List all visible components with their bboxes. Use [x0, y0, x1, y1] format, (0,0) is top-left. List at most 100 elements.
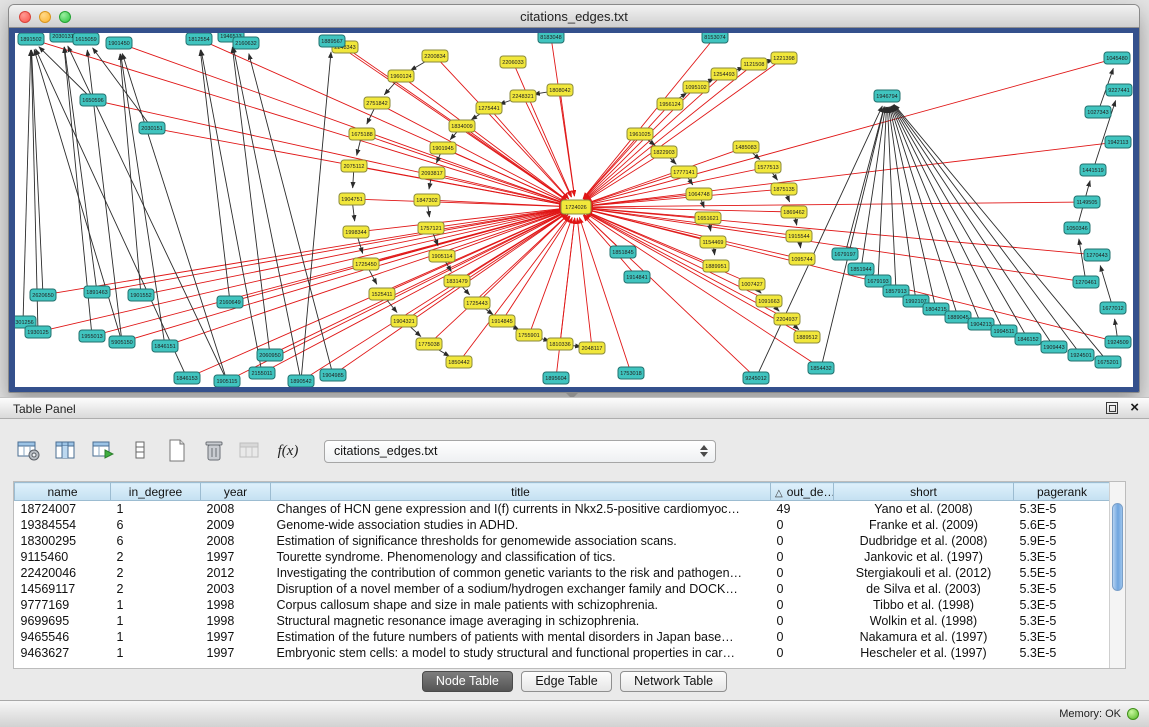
graph-node[interactable]: 1901450 [106, 37, 132, 49]
graph-node[interactable]: 2248321 [510, 90, 536, 102]
graph-node[interactable]: 1904213 [968, 318, 994, 330]
graph-node[interactable]: 2204937 [774, 313, 800, 325]
graph-node[interactable]: 1955013 [79, 330, 105, 342]
graph-node[interactable]: 1914845 [489, 315, 515, 327]
table-scrollbar[interactable] [1109, 482, 1125, 668]
graph-node[interactable]: 1615059 [73, 33, 99, 45]
column-header-year[interactable]: year [201, 483, 271, 501]
scrollbar-thumb[interactable] [1112, 503, 1123, 591]
graph-node[interactable]: 2030151 [139, 122, 165, 134]
graph-node[interactable]: 9227441 [1106, 84, 1132, 96]
graph-node[interactable]: 1679197 [832, 248, 858, 260]
graph-node[interactable]: 1914841 [624, 271, 650, 283]
graph-node[interactable]: 1050346 [1064, 222, 1090, 234]
graph-node[interactable]: 1846151 [152, 340, 178, 352]
tab-node-table[interactable]: Node Table [422, 671, 513, 692]
graph-node[interactable]: 1027343 [1085, 106, 1111, 118]
graph-node[interactable]: 1275441 [476, 102, 502, 114]
graph-node[interactable]: 1064748 [686, 188, 712, 200]
graph-node[interactable]: 1905115 [214, 375, 240, 387]
graph-node[interactable]: 1677012 [1100, 302, 1126, 314]
tab-network-table[interactable]: Network Table [620, 671, 727, 692]
table-selector-dropdown[interactable]: citations_edges.txt [324, 440, 716, 463]
graph-node[interactable]: 1850442 [446, 356, 472, 368]
tab-edge-table[interactable]: Edge Table [521, 671, 611, 692]
table-row[interactable]: 946362711997Embryonic stem cells: a mode… [15, 645, 1111, 661]
graph-node[interactable]: 1775038 [416, 338, 442, 350]
graph-node[interactable]: 1755901 [516, 329, 542, 341]
graph-node[interactable]: 1890542 [288, 375, 314, 387]
graph-node[interactable]: 2160632 [233, 37, 259, 49]
graph-node[interactable]: 2751842 [364, 97, 390, 109]
graph-node[interactable]: 2206033 [500, 56, 526, 68]
graph-node[interactable]: 2030131 [50, 33, 76, 42]
graph-node[interactable]: 1007427 [739, 278, 765, 290]
graph-node[interactable]: 2155011 [249, 367, 275, 379]
table-settings-icon[interactable] [16, 439, 42, 463]
graph-node[interactable]: 1441519 [1080, 164, 1106, 176]
graph-node[interactable]: 1753018 [618, 367, 644, 379]
column-header-out_de[interactable]: △out_de… [771, 483, 834, 501]
graph-node[interactable]: 2620650 [30, 289, 56, 301]
graph-node[interactable]: 1834009 [449, 120, 475, 132]
graph-node[interactable]: 1121508 [741, 58, 767, 70]
graph-node[interactable]: 1895604 [543, 372, 569, 384]
column-header-name[interactable]: name [15, 483, 111, 501]
graph-node[interactable]: 1924501 [1068, 349, 1094, 361]
graph-node[interactable]: 9245012 [743, 372, 769, 384]
graph-node[interactable]: 1891463 [84, 286, 110, 298]
graph-node[interactable]: 1154469 [700, 236, 726, 248]
graph-node[interactable]: 1485083 [733, 141, 759, 153]
graph-node[interactable]: 1254493 [711, 68, 737, 80]
graph-node[interactable]: 1994511 [991, 325, 1017, 337]
graph-node[interactable]: 1889951 [703, 260, 729, 272]
column-header-pagerank[interactable]: pagerank [1014, 483, 1111, 501]
graph-node[interactable]: 1270461 [1073, 276, 1099, 288]
graph-node[interactable]: 1810336 [547, 338, 573, 350]
graph-node[interactable]: 2200834 [422, 50, 448, 62]
graph-node[interactable]: 1851944 [848, 263, 874, 275]
graph-node[interactable]: 1904985 [320, 369, 346, 381]
graph-node[interactable]: 1045480 [1104, 52, 1130, 64]
graph-node[interactable]: 1777141 [671, 166, 697, 178]
rows-icon[interactable] [127, 439, 153, 463]
graph-node[interactable]: 1650596 [80, 94, 106, 106]
table-row[interactable]: 1938455462009Genome-wide association stu… [15, 517, 1111, 533]
import-table-icon[interactable] [90, 439, 116, 463]
float-panel-icon[interactable] [1106, 402, 1118, 414]
citation-network-graph[interactable]: 1724026 1808042 2248321 12754411834009 19019… [15, 33, 1133, 387]
select-columns-icon[interactable] [53, 439, 79, 463]
graph-node[interactable]: 1960124 [388, 70, 414, 82]
graph-node[interactable]: 1930125 [25, 326, 51, 338]
graph-node[interactable]: 1846153 [174, 372, 200, 384]
graph-node[interactable]: 1808042 [547, 84, 573, 96]
table-row[interactable]: 946554611997Estimation of the future num… [15, 629, 1111, 645]
graph-node[interactable]: 1905114 [429, 250, 455, 262]
graph-node[interactable]: 1812554 [186, 33, 212, 45]
graph-node[interactable]: 1095102 [683, 81, 709, 93]
table-row[interactable]: 977716911998Corpus callosum shape and si… [15, 597, 1111, 613]
graph-node[interactable]: 1757121 [418, 222, 444, 234]
graph-node[interactable]: 1961025 [627, 128, 653, 140]
window-titlebar[interactable]: citations_edges.txt [9, 5, 1139, 28]
graph-node[interactable]: 1675188 [349, 128, 375, 140]
graph-node[interactable]: 1851845 [610, 246, 636, 258]
graph-node[interactable]: 1924509 [1105, 336, 1131, 348]
column-header-short[interactable]: short [834, 483, 1014, 501]
graph-node[interactable]: 1270443 [1084, 249, 1110, 261]
graph-node[interactable]: 1891502 [18, 33, 44, 45]
graph-node[interactable]: 1909443 [1041, 341, 1067, 353]
graph-node[interactable]: 1525411 [369, 288, 395, 300]
graph-node[interactable]: 1942113 [1105, 136, 1131, 148]
table-row[interactable]: 2242004622012Investigating the contribut… [15, 565, 1111, 581]
graph-node[interactable]: 1091663 [756, 295, 782, 307]
graph-node[interactable]: 1675201 [1095, 356, 1121, 368]
graph-node[interactable]: 1725450 [353, 258, 379, 270]
graph-node[interactable]: 1901945 [430, 142, 456, 154]
graph-node[interactable]: 1869462 [781, 206, 807, 218]
graph-node[interactable]: 1915544 [786, 230, 812, 242]
table-row[interactable]: 1872400712008Changes of HCN gene express… [15, 501, 1111, 517]
graph-node[interactable]: 1724026 [561, 200, 591, 214]
graph-node[interactable]: 1846152 [1015, 333, 1041, 345]
close-panel-icon[interactable]: × [1130, 401, 1139, 415]
